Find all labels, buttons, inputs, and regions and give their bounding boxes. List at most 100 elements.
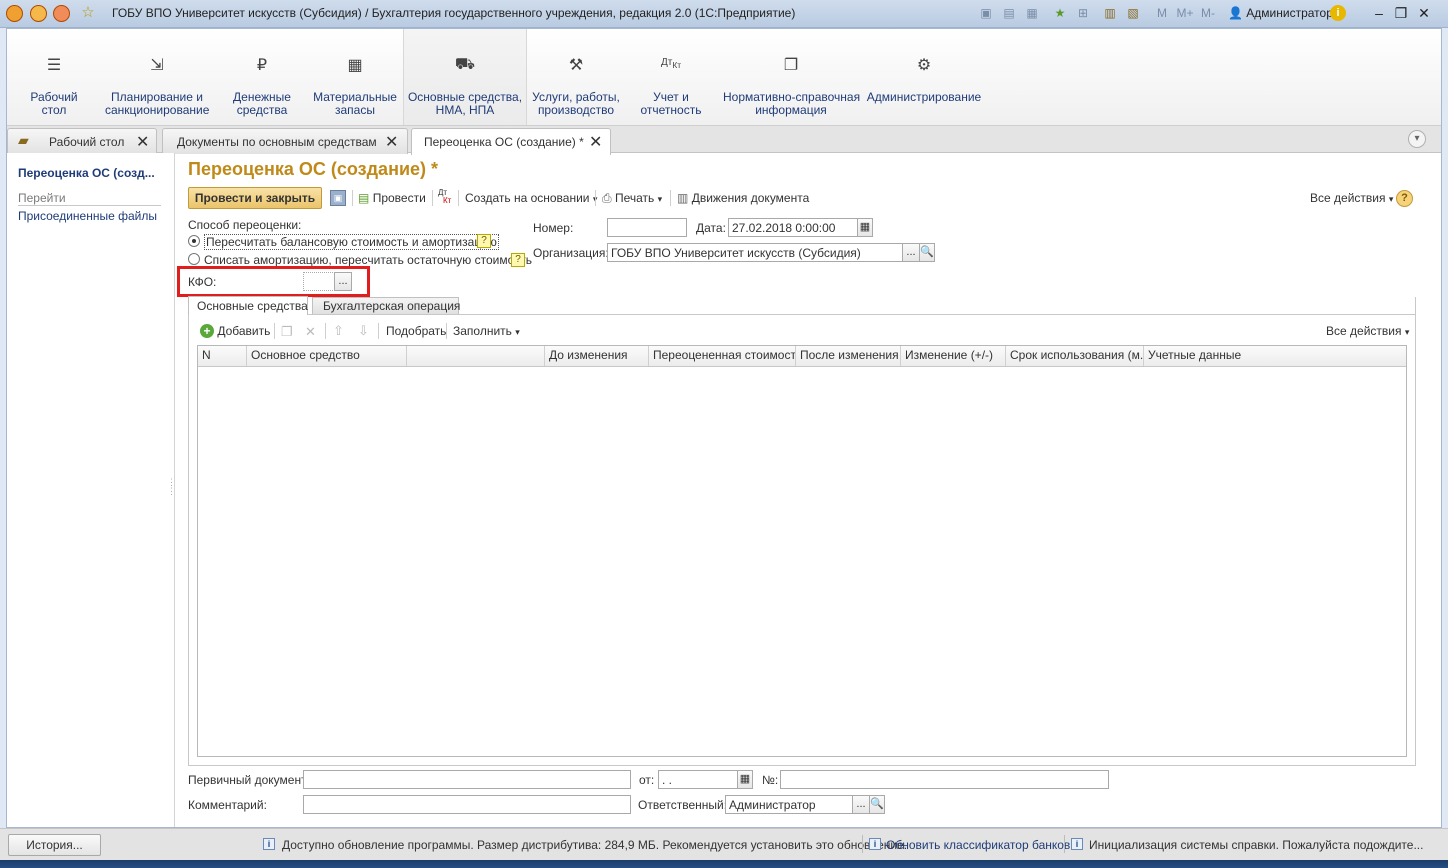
close-tab-icon[interactable]: ✕ bbox=[136, 132, 149, 152]
method-option-2-label[interactable]: Списать амортизацию, пересчитать остаточ… bbox=[204, 253, 532, 267]
column-header[interactable]: Переоцененная стоимость bbox=[649, 346, 796, 366]
tab-accounting-operation[interactable]: Бухгалтерская операция bbox=[312, 297, 460, 314]
tab-fixed-assets[interactable]: Основные средства bbox=[188, 296, 308, 315]
search-icon[interactable]: 🔍 bbox=[919, 243, 935, 262]
info-icon[interactable]: i bbox=[1330, 5, 1346, 21]
user-menu[interactable]: 👤 Администратор bbox=[1228, 6, 1333, 20]
m-minus-button[interactable]: M- bbox=[1198, 5, 1218, 21]
search-icon[interactable]: 🔍 bbox=[869, 795, 885, 814]
dt-kt-icon[interactable]: Дт Кт bbox=[438, 189, 451, 205]
print-menu[interactable]: ⎙ Печать ▾ bbox=[602, 191, 662, 206]
tab-revaluation[interactable]: Переоценка ОС (создание) * ✕ bbox=[411, 128, 611, 155]
preview-icon[interactable]: ▦ bbox=[1024, 5, 1040, 21]
post-button[interactable]: ▤ Провести bbox=[358, 191, 426, 205]
nav-attached-files[interactable]: Присоединенные файлы bbox=[18, 209, 157, 223]
create-based-on-menu[interactable]: Создать на основании ▾ bbox=[465, 191, 597, 205]
section-fixed-assets[interactable]: ⛟ Основные средства, НМА, НПА bbox=[403, 29, 527, 125]
section-planning[interactable]: ⇲ Планирование и санкционирование bbox=[105, 29, 209, 125]
post-and-close-button[interactable]: Провести и закрыть bbox=[188, 187, 322, 209]
kfo-field[interactable] bbox=[303, 272, 335, 291]
column-header[interactable]: Изменение (+/-) bbox=[901, 346, 1006, 366]
number-field[interactable] bbox=[607, 218, 687, 237]
link-icon[interactable]: ⊞ bbox=[1075, 5, 1091, 21]
doc-number-field[interactable] bbox=[780, 770, 1109, 789]
calendar-icon[interactable]: ▦ bbox=[737, 770, 753, 789]
column-header[interactable] bbox=[407, 346, 545, 366]
calculator-icon[interactable]: ▥ bbox=[1102, 5, 1118, 21]
chevron-down-icon[interactable]: ▾ bbox=[1408, 130, 1426, 148]
table-all-actions-menu[interactable]: Все действия ▾ bbox=[1326, 324, 1409, 338]
maximize-button[interactable]: ❐ bbox=[1390, 4, 1412, 22]
responsible-field[interactable]: Администратор bbox=[725, 795, 853, 814]
column-header[interactable]: До изменения bbox=[545, 346, 649, 366]
all-actions-menu[interactable]: Все действия ▾ bbox=[1310, 191, 1393, 205]
help-tooltip-icon[interactable]: ? bbox=[477, 234, 491, 248]
method-option-1-radio[interactable] bbox=[188, 235, 200, 247]
save-icon[interactable]: ▣ bbox=[978, 5, 994, 21]
save-icon[interactable]: ▣ bbox=[330, 190, 346, 206]
m-plus-button[interactable]: M+ bbox=[1174, 5, 1196, 21]
1c-logo-icon[interactable] bbox=[6, 5, 23, 22]
kfo-select-button[interactable]: ... bbox=[334, 272, 352, 291]
comment-field[interactable] bbox=[303, 795, 631, 814]
copy-icon[interactable]: ❐ bbox=[281, 324, 293, 340]
favorites-star-icon[interactable]: ☆ bbox=[80, 5, 96, 21]
method-option-2-radio[interactable] bbox=[188, 253, 200, 265]
arrow-down-icon[interactable]: ⇩ bbox=[358, 323, 369, 339]
print-icon[interactable]: ▤ bbox=[1001, 5, 1017, 21]
update-bank-classifier-link[interactable]: Обновить классификатор банков bbox=[886, 838, 1070, 852]
report-icon: ▥ bbox=[677, 191, 689, 205]
tab-desktop[interactable]: ▰ Рабочий стол ✕ bbox=[7, 128, 157, 154]
arrow-up-icon[interactable]: ⇧ bbox=[333, 323, 344, 339]
post-icon: ▤ bbox=[358, 191, 370, 205]
column-header[interactable]: Основное средство bbox=[247, 346, 407, 366]
column-header[interactable]: После изменения bbox=[796, 346, 901, 366]
minimize-button[interactable]: – bbox=[1368, 4, 1390, 22]
section-reference[interactable]: ❐ Нормативно-справочная информация bbox=[723, 29, 860, 125]
column-header[interactable]: Учетные данные bbox=[1144, 346, 1406, 366]
close-tab-icon[interactable]: ✕ bbox=[589, 132, 602, 152]
add-button[interactable]: + Добавить bbox=[200, 324, 270, 338]
truck-icon: ⛟ bbox=[454, 56, 476, 73]
divider bbox=[595, 190, 596, 206]
fixed-assets-table[interactable]: N Основное средство До изменения Переоце… bbox=[197, 345, 1407, 757]
close-window-button[interactable]: ✕ bbox=[1413, 4, 1435, 22]
tab-fixed-asset-docs[interactable]: Документы по основным средствам ✕ bbox=[162, 128, 408, 154]
section-money[interactable]: ₽ Денежные средства bbox=[221, 29, 303, 125]
help-tooltip-icon[interactable]: ? bbox=[511, 253, 525, 267]
divider bbox=[325, 323, 326, 339]
nav-goto-heading: Перейти bbox=[18, 191, 66, 205]
help-icon[interactable]: ? bbox=[1396, 190, 1413, 207]
organization-field[interactable]: ГОБУ ВПО Университет искусств (Субсидия) bbox=[607, 243, 903, 262]
nav-form-title[interactable]: Переоценка ОС (созд... bbox=[18, 166, 155, 180]
responsible-select-button[interactable]: ... bbox=[852, 795, 870, 814]
primary-document-field[interactable] bbox=[303, 770, 631, 789]
splitter-handle[interactable]: ⋮ ⋮ bbox=[167, 478, 176, 496]
plus-icon: + bbox=[200, 324, 214, 338]
m-button[interactable]: M bbox=[1154, 5, 1170, 21]
date-field[interactable]: 27.02.2018 0:00:00 bbox=[728, 218, 858, 237]
calendar-icon[interactable]: ▦ bbox=[857, 218, 873, 237]
close-tab-icon[interactable]: ✕ bbox=[385, 132, 398, 152]
section-accounting[interactable]: ДтКт Учет и отчетность bbox=[633, 29, 709, 125]
section-services[interactable]: ⚒ Услуги, работы, производство bbox=[527, 29, 625, 125]
document-movements-button[interactable]: ▥ Движения документа bbox=[677, 191, 809, 205]
organization-select-button[interactable]: ... bbox=[902, 243, 920, 262]
main-menu-icon[interactable] bbox=[30, 5, 47, 22]
section-desktop[interactable]: ☰ Рабочий стол bbox=[17, 29, 91, 125]
column-header[interactable]: N bbox=[198, 346, 247, 366]
section-materials[interactable]: ▦ Материальные запасы bbox=[309, 29, 401, 125]
history-button[interactable]: История... bbox=[8, 834, 101, 856]
fill-menu[interactable]: Заполнить ▾ bbox=[453, 324, 520, 338]
history-icon[interactable] bbox=[53, 5, 70, 22]
method-option-1-label[interactable]: Пересчитать балансовую стоимость и аморт… bbox=[204, 234, 499, 250]
add-favorite-icon[interactable]: ★ bbox=[1052, 5, 1068, 21]
divider bbox=[188, 314, 1416, 315]
section-admin[interactable]: ⚙ Администрирование bbox=[865, 29, 983, 125]
delete-icon[interactable]: ✕ bbox=[305, 324, 316, 340]
divider bbox=[274, 323, 275, 339]
calendar-icon[interactable]: ▧ bbox=[1125, 5, 1141, 21]
pick-button[interactable]: Подобрать bbox=[386, 324, 446, 338]
from-date-field[interactable]: . . bbox=[658, 770, 738, 789]
column-header[interactable]: Срок использования (м... bbox=[1006, 346, 1144, 366]
